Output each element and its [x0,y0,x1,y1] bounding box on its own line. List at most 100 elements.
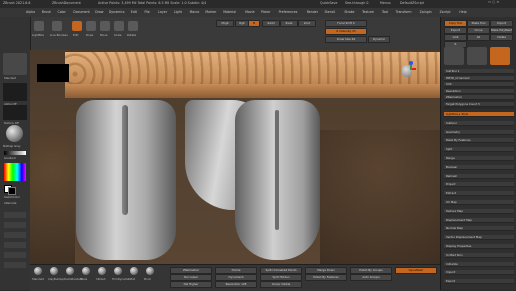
window-controls[interactable]: ▭ ▢ ✕ [488,0,499,4]
menu-brush[interactable]: Brush [42,10,51,14]
subtool-row[interactable]: ZRemesher [444,95,514,100]
tool-button[interactable]: Export [444,27,467,34]
tool-section-header[interactable]: Unified Skin [444,252,514,258]
menu-render[interactable]: Render [307,10,318,14]
tool-button[interactable]: Paste Tool [467,20,490,27]
subtool-row[interactable]: Resolution [444,88,514,94]
menu-edit[interactable]: Edit [131,10,137,14]
tool-button[interactable]: Copy Tool [444,20,467,27]
brush-pinch-icon[interactable] [146,267,154,275]
menu-preferences[interactable]: Preferences [279,10,298,14]
zsub-button[interactable]: Zsub [280,20,298,27]
menu-document[interactable]: Document [73,10,90,14]
tool-section-header[interactable]: Display Properties [444,244,514,249]
menu-movie[interactable]: Movie [245,10,254,14]
tool-section-header[interactable]: Displacement Map [444,217,514,223]
tool-section-header[interactable]: Export [444,279,514,285]
tool-thumbnail-active[interactable] [490,47,510,65]
menu-picker[interactable]: Picker [261,10,271,14]
tool-section-header[interactable]: Lightbox ▸ Tools [444,112,514,117]
edit-button[interactable] [72,21,82,31]
menu-color[interactable]: Color [58,10,66,14]
tool-section-header[interactable]: Split [444,147,514,153]
zcut-button[interactable]: Zcut [298,20,316,27]
brush-move-icon[interactable] [82,267,90,275]
menu-light[interactable]: Light [174,10,182,14]
tool-section-header[interactable]: Remesh [444,173,514,179]
brush-thumbnail[interactable] [3,53,27,75]
tool-button[interactable]: Import [490,20,513,27]
zadd-button[interactable]: Zadd [262,20,280,27]
tool-button[interactable]: GoZ [444,34,467,41]
tool-section-header[interactable]: Boolean [444,164,514,170]
tool-section-header[interactable]: Extract [444,191,514,197]
tool-section-header[interactable]: Vector Displacement Map [444,235,514,241]
alpha-thumbnail[interactable] [3,83,27,101]
brush-damstandard-icon[interactable] [66,267,74,275]
quicksave-button[interactable]: QuickSave [320,1,337,5]
tool-section-header[interactable]: Project [444,182,514,188]
m-button[interactable]: M [248,20,260,27]
default-zscript-button[interactable]: DefaultZScript [400,1,424,5]
move-button[interactable] [100,21,110,31]
tool-section-header[interactable]: Mask By Features [444,138,514,144]
bottom-button[interactable]: Divide [215,267,257,274]
shelf-item[interactable] [4,262,26,268]
bottom-button[interactable]: Group Visible [260,281,302,288]
lightbox-icon[interactable] [34,21,44,31]
scale-button[interactable] [114,21,124,31]
tool-button[interactable]: Clone [467,27,490,34]
menu-draw[interactable]: Draw [95,10,103,14]
menu-stencil[interactable]: Stencil [325,10,336,14]
brush-inflat-icon[interactable] [130,267,138,275]
bottom-button[interactable]: DynaMesh [395,267,437,274]
subtool-row[interactable]: SubTool 1 [444,69,514,74]
bottom-button[interactable]: Dynamesh [215,274,257,281]
draw-size-slider[interactable]: Draw Size 64 [325,36,367,43]
menu-tool[interactable]: Tool [382,10,388,14]
secondary-color-swatch[interactable] [8,187,16,195]
brush-hpolish-icon[interactable] [98,267,106,275]
dynamic-button[interactable]: Dynamic [368,36,390,43]
brush-standard-icon[interactable] [34,267,42,275]
shelf-item[interactable] [4,242,26,248]
tool-thumbnail-2[interactable] [467,47,487,65]
menu-transform[interactable]: Transform [396,10,412,14]
tool-button[interactable]: Make PolyMesh3D [490,27,513,34]
menu-marker[interactable]: Marker [205,10,216,14]
brush-trimdynamic-icon[interactable] [114,267,122,275]
menu-layer[interactable]: Layer [158,10,167,14]
shelf-item[interactable] [4,222,26,228]
brush-claybuildup-icon[interactable] [50,267,58,275]
shelf-item[interactable] [4,232,26,238]
tool-section-header[interactable]: Import [444,270,514,276]
bottom-button[interactable]: Split Unmasked Points [260,267,302,274]
menu-file[interactable]: File [144,10,149,14]
tool-section-header[interactable]: Initialize [444,261,514,267]
draw-button[interactable] [86,21,96,31]
viewport-canvas[interactable] [30,50,440,264]
texture-thumbnail[interactable] [3,105,27,120]
menu-dynamics[interactable]: Dynamics [109,10,125,14]
rotate-button[interactable] [128,21,138,31]
gradient-bar[interactable] [4,151,26,155]
menu-help[interactable]: Help [459,10,466,14]
bottom-button[interactable]: Merge Down [305,267,347,274]
menu-stroke[interactable]: Stroke [344,10,354,14]
subtool-row[interactable]: PM3D_Ornament [444,75,514,81]
tool-section-header[interactable]: Merge [444,156,514,161]
shelf-item[interactable] [4,212,26,218]
tool-section-header[interactable]: Texture Map [444,208,514,214]
color-picker[interactable] [4,163,26,181]
tool-thumbnail[interactable] [444,47,464,65]
menu-texture[interactable]: Texture [362,10,374,14]
rgb-button[interactable]: Rgb [235,20,249,27]
bottom-button[interactable]: Resolution 128 [215,281,257,288]
bottom-button[interactable]: Del Lower [170,274,212,281]
live-boolean-icon[interactable] [52,21,62,31]
menu-alpha[interactable]: Alpha [26,10,35,14]
tool-section-header[interactable]: Normal Map [444,226,514,232]
menu-zplugin[interactable]: Zplugin [420,10,432,14]
matcap-sphere-icon[interactable] [6,125,23,142]
bottom-button[interactable]: Auto Groups [350,274,392,281]
